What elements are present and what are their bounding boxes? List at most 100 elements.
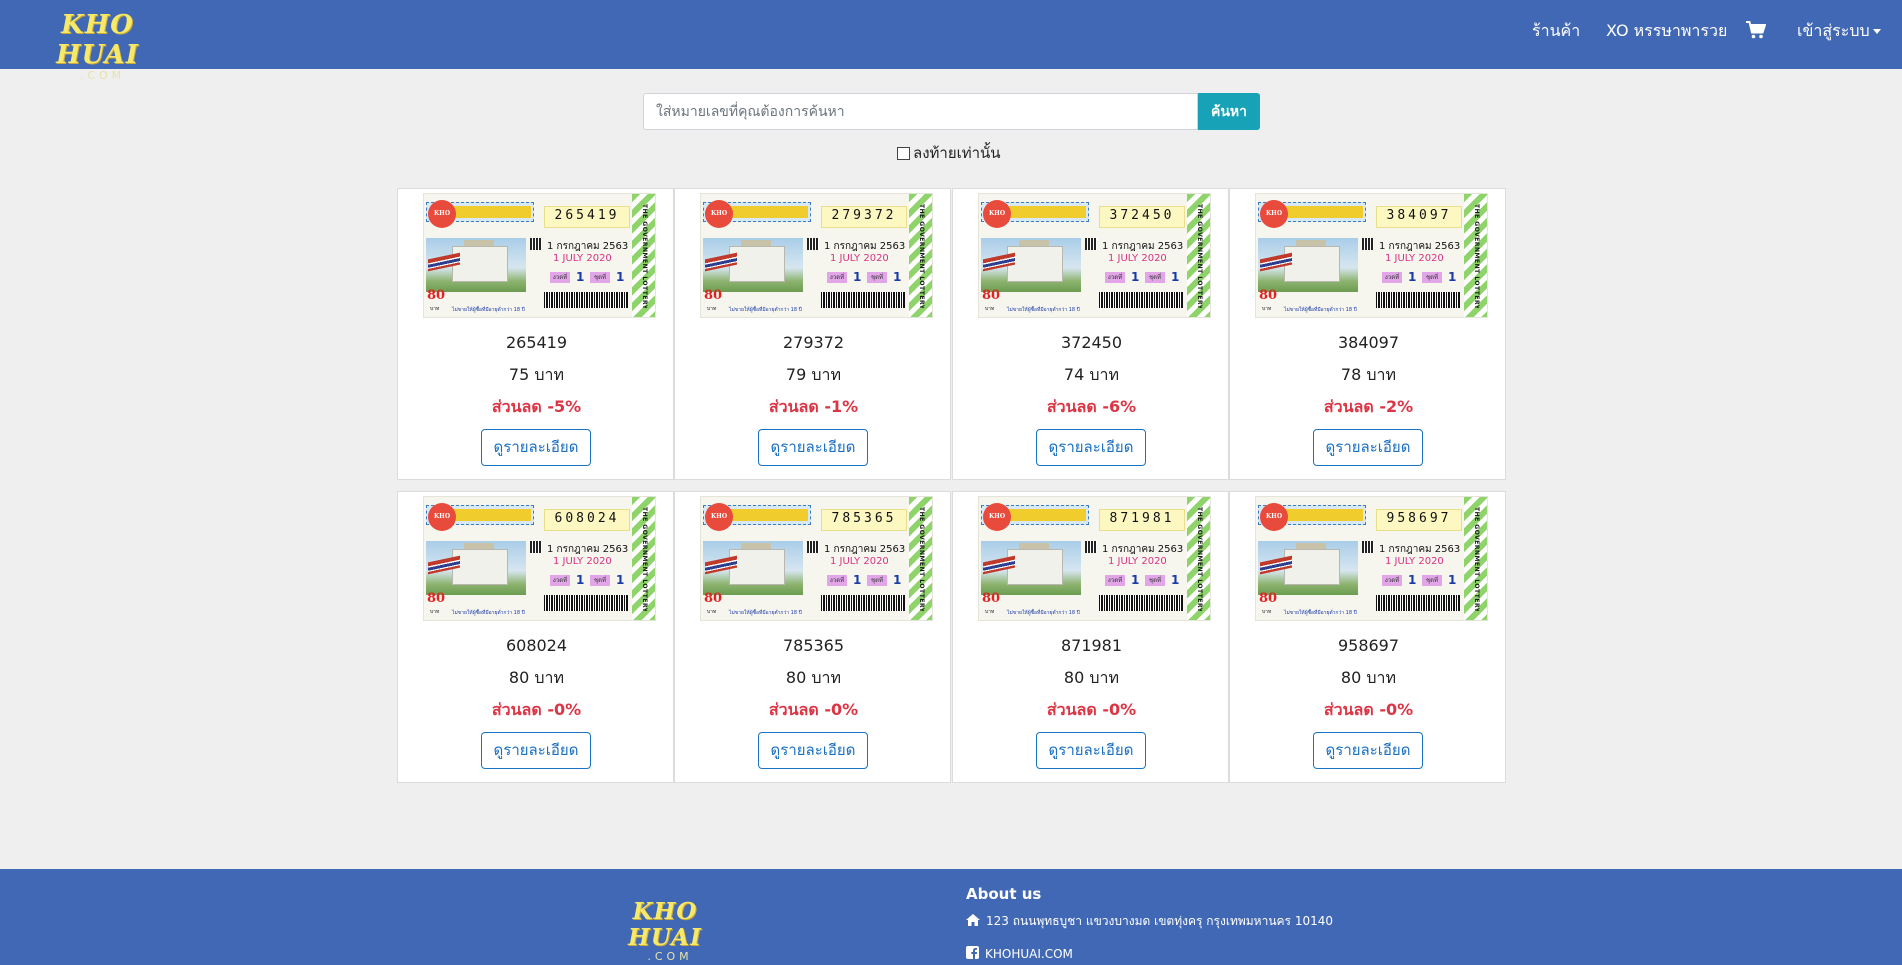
about-us-title: About us — [966, 885, 1042, 903]
ticket-side-text: THE GOVERNMENT LOTTERY — [918, 507, 925, 611]
ticket-price-mark: 80 — [704, 591, 723, 606]
ticket-draw-tag: งวดที่ — [1105, 575, 1125, 586]
lottery-ticket-image[interactable]: KHO HUAI 372450 1 กรกฎาคม 2563 1 JULY 20… — [978, 193, 1211, 318]
ticket-barcode — [544, 292, 628, 308]
brand-logo-subtext: .COM — [79, 69, 126, 82]
ticket-set-tag: ชุดที่ — [1145, 575, 1165, 586]
product-card: KHO HUAI 785365 1 กรกฎาคม 2563 1 JULY 20… — [674, 491, 951, 783]
suffix-only-label: ลงท้ายเท่านั้น — [913, 144, 1001, 162]
ticket-qr-code — [1085, 541, 1097, 553]
ticket-logo: KHO HUAI — [983, 503, 1011, 548]
product-number: 958697 — [1337, 636, 1400, 655]
ticket-building-photo — [703, 238, 803, 292]
lottery-ticket-image[interactable]: KHO HUAI 958697 1 กรกฎาคม 2563 1 JULY 20… — [1255, 496, 1488, 621]
search-button[interactable]: ค้นหา — [1198, 93, 1260, 130]
lottery-ticket-image[interactable]: KHO HUAI 265419 1 กรกฎาคม 2563 1 JULY 20… — [423, 193, 656, 318]
ticket-side-text: THE GOVERNMENT LOTTERY — [1196, 204, 1203, 308]
ticket-thai-date: 1 กรกฎาคม 2563 — [824, 544, 906, 555]
product-number: 372450 — [1060, 333, 1123, 352]
footer-logo-subtext: .COM — [647, 950, 693, 963]
ticket-price-mark: 80 — [1259, 288, 1278, 303]
product-discount: ส่วนลด -6% — [1046, 397, 1137, 416]
product-price: 80 บาท — [1063, 668, 1120, 687]
ticket-thai-date: 1 กรกฎาคม 2563 — [1102, 241, 1184, 252]
ticket-digits: 279372 — [821, 206, 907, 228]
ticket-set-tag: ชุดที่ — [1145, 272, 1165, 283]
ticket-draw-tag: งวดที่ — [550, 272, 570, 283]
lottery-ticket-image[interactable]: KHO HUAI 785365 1 กรกฎาคม 2563 1 JULY 20… — [700, 496, 933, 621]
ticket-price-mark: 80 — [704, 288, 723, 303]
shopping-cart-icon[interactable] — [1746, 21, 1767, 45]
ticket-draw-tag: งวดที่ — [827, 575, 847, 586]
ticket-set-tag: ชุดที่ — [867, 272, 887, 283]
view-details-button[interactable]: ดูรายละเอียด — [758, 732, 868, 769]
view-details-button[interactable]: ดูรายละเอียด — [1313, 732, 1423, 769]
ticket-barcode — [1376, 595, 1460, 611]
brand-logo[interactable]: KHO HUAI .COM — [25, 10, 170, 82]
ticket-set-value: 1 — [1448, 270, 1457, 284]
ticket-digits: 384097 — [1376, 206, 1462, 228]
view-details-button[interactable]: ดูรายละเอียด — [481, 732, 591, 769]
caret-down-icon — [1872, 29, 1881, 34]
ticket-price-mark: 80 — [982, 288, 1001, 303]
ticket-qr-code — [1362, 238, 1374, 250]
ticket-draw-value: 1 — [576, 573, 585, 587]
home-icon — [966, 914, 980, 929]
product-card: KHO HUAI 871981 1 กรกฎาคม 2563 1 JULY 20… — [952, 491, 1229, 783]
footer-facebook-link[interactable]: KHOHUAI.COM — [966, 946, 1073, 962]
ticket-logo: KHO HUAI — [1260, 200, 1288, 245]
product-card: KHO HUAI 608024 1 กรกฎาคม 2563 1 JULY 20… — [397, 491, 674, 783]
ticket-set-tag: ชุดที่ — [867, 575, 887, 586]
login-dropdown[interactable]: เข้าสู่ระบบ — [1797, 20, 1881, 42]
ticket-english-date: 1 JULY 2020 — [830, 556, 889, 567]
search-input[interactable] — [643, 93, 1198, 130]
product-discount: ส่วนลด -2% — [1323, 397, 1414, 416]
footer-address-text: 123 ถนนพุทธบูชา แขวงบางมด เขตทุ่งครุ กรุ… — [986, 914, 1333, 928]
ticket-barcode — [821, 292, 905, 308]
product-price: 79 บาท — [785, 365, 842, 384]
nav-shop-link[interactable]: ร้านค้า — [1532, 20, 1580, 42]
ticket-set-value: 1 — [1171, 270, 1180, 284]
ticket-draw-value: 1 — [1131, 573, 1140, 587]
product-price: 80 บาท — [785, 668, 842, 687]
product-card: KHO HUAI 384097 1 กรกฎาคม 2563 1 JULY 20… — [1229, 188, 1506, 480]
product-discount: ส่วนลด -0% — [491, 700, 582, 719]
ticket-logo: KHO HUAI — [1260, 503, 1288, 548]
ticket-set-value: 1 — [1171, 573, 1180, 587]
lottery-ticket-image[interactable]: KHO HUAI 871981 1 กรกฎาคม 2563 1 JULY 20… — [978, 496, 1211, 621]
ticket-digits: 608024 — [544, 509, 630, 531]
ticket-qr-code — [530, 541, 542, 553]
suffix-only-checkbox[interactable] — [897, 146, 910, 160]
ticket-draw-tag: งวดที่ — [550, 575, 570, 586]
navbar: KHO HUAI .COM ร้านค้า XO หรรษาพารวย เข้า… — [0, 0, 1902, 82]
product-number: 279372 — [782, 333, 845, 352]
ticket-building-photo — [981, 238, 1081, 292]
ticket-barcode — [1376, 292, 1460, 308]
ticket-english-date: 1 JULY 2020 — [1385, 556, 1444, 567]
view-details-button[interactable]: ดูรายละเอียด — [1036, 429, 1146, 466]
ticket-digits: 958697 — [1376, 509, 1462, 531]
ticket-set-value: 1 — [1448, 573, 1457, 587]
ticket-baht-mark: บาท — [985, 609, 995, 615]
ticket-digits: 265419 — [544, 206, 630, 228]
lottery-ticket-image[interactable]: KHO HUAI 279372 1 กรกฎาคม 2563 1 JULY 20… — [700, 193, 933, 318]
lottery-ticket-image[interactable]: KHO HUAI 384097 1 กรกฎาคม 2563 1 JULY 20… — [1255, 193, 1488, 318]
ticket-qr-code — [1085, 238, 1097, 250]
ticket-baht-mark: บาท — [1262, 609, 1272, 615]
ticket-digits: 785365 — [821, 509, 907, 531]
ticket-draw-value: 1 — [853, 573, 862, 587]
ticket-thai-date: 1 กรกฎาคม 2563 — [1379, 544, 1461, 555]
ticket-building-photo — [426, 541, 526, 595]
lottery-ticket-image[interactable]: KHO HUAI 608024 1 กรกฎาคม 2563 1 JULY 20… — [423, 496, 656, 621]
nav-xo-link[interactable]: XO หรรษาพารวย — [1606, 20, 1727, 42]
view-details-button[interactable]: ดูรายละเอียด — [758, 429, 868, 466]
footer-logo[interactable]: KHO HUAI .COM — [600, 899, 730, 963]
ticket-draw-tag: งวดที่ — [827, 272, 847, 283]
ticket-set-tag: ชุดที่ — [1422, 272, 1442, 283]
ticket-price-mark: 80 — [982, 591, 1001, 606]
product-number: 265419 — [505, 333, 568, 352]
view-details-button[interactable]: ดูรายละเอียด — [481, 429, 591, 466]
view-details-button[interactable]: ดูรายละเอียด — [1313, 429, 1423, 466]
suffix-only-option[interactable]: ลงท้ายเท่านั้น — [897, 142, 1001, 164]
view-details-button[interactable]: ดูรายละเอียด — [1036, 732, 1146, 769]
